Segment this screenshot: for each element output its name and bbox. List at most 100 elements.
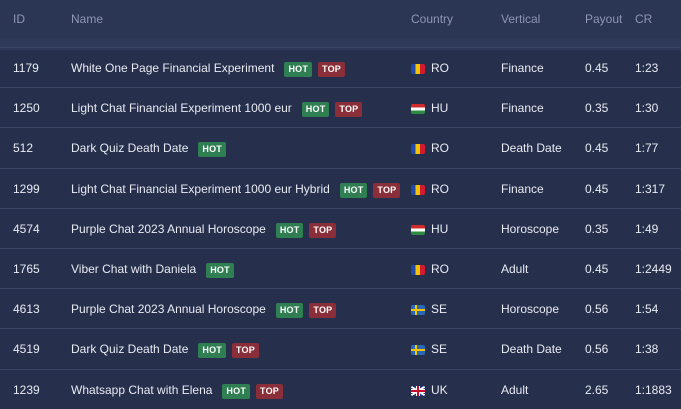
offer-name-cell: Dark Quiz Death Date HOT TOP <box>71 342 265 358</box>
flag-ro-icon <box>411 63 425 74</box>
offer-name-cell: Purple Chat 2023 Annual Horoscope HOT TOP <box>71 302 342 318</box>
offer-name[interactable]: Purple Chat 2023 Annual Horoscope <box>71 302 266 316</box>
country-cell: SE <box>411 302 447 316</box>
top-badge: TOP <box>232 343 259 358</box>
payout: 0.45 <box>585 141 609 155</box>
vertical: Finance <box>501 182 544 196</box>
payout: 0.45 <box>585 182 609 196</box>
country-code: SE <box>431 342 448 356</box>
table-row[interactable]: 1250 Light Chat Financial Experiment 1000… <box>0 87 681 127</box>
hot-badge: HOT <box>198 142 226 157</box>
offer-name[interactable]: Light Chat Financial Experiment 1000 eur… <box>71 182 330 196</box>
offer-id: 4574 <box>13 222 40 236</box>
hot-badge: HOT <box>339 183 368 198</box>
country-cell: HU <box>411 222 448 236</box>
table-row[interactable]: 512 Dark Quiz Death Date HOT RO Death Date 0.… <box>0 127 681 167</box>
payout: 2.65 <box>585 383 609 397</box>
flag-hu-icon <box>411 224 425 235</box>
offer-name-cell: Light Chat Financial Experiment 1000 eur… <box>71 182 406 198</box>
offer-name[interactable]: Dark Quiz Death Date <box>71 342 188 356</box>
vertical: Finance <box>501 101 544 115</box>
offer-name-cell: Dark Quiz Death Date HOT <box>71 141 232 157</box>
offer-name-cell: Purple Chat 2023 Annual Horoscope HOT TOP <box>71 222 342 238</box>
country-cell: RO <box>411 262 449 276</box>
country-code: HU <box>431 222 449 236</box>
offer-id: 1239 <box>13 383 40 397</box>
table-row[interactable]: 1299 Light Chat Financial Experiment 1000… <box>0 168 681 208</box>
flag-ro-icon <box>411 184 425 195</box>
table-row[interactable]: 4613 Purple Chat 2023 Annual Horoscope HOT… <box>0 288 681 328</box>
offer-name[interactable]: White One Page Financial Experiment <box>71 61 274 75</box>
hot-badge: HOT <box>206 263 234 278</box>
country-cell: RO <box>411 141 449 155</box>
offer-id: 1299 <box>13 182 40 196</box>
badges: HOT TOP <box>275 222 343 238</box>
top-badge: TOP <box>373 183 401 198</box>
offer-id: 1250 <box>13 101 40 115</box>
payout: 0.45 <box>585 262 609 276</box>
column-header-name[interactable]: Name <box>71 12 103 26</box>
column-header-id[interactable]: ID <box>13 12 25 26</box>
table-row[interactable]: 4574 Purple Chat 2023 Annual Horoscope HOT… <box>0 208 681 248</box>
table-row[interactable]: 1179 White One Page Financial Experiment H… <box>0 47 681 87</box>
country-code: SE <box>431 302 448 316</box>
top-badge: TOP <box>309 223 337 238</box>
flag-uk-icon <box>411 385 425 396</box>
country-cell: RO <box>411 182 449 196</box>
badges: HOT TOP <box>198 342 265 358</box>
table-row[interactable]: 1765 Viber Chat with Daniela HOT RO Adult 0.4… <box>0 248 681 288</box>
column-header-payout[interactable]: Payout <box>585 12 622 26</box>
country-code: RO <box>431 141 449 155</box>
conversion-rate: 1:49 <box>635 222 659 236</box>
offer-name[interactable]: Light Chat Financial Experiment 1000 eur <box>71 101 292 115</box>
country-code: RO <box>431 262 449 276</box>
conversion-rate: 1:38 <box>635 342 659 356</box>
conversion-rate: 1:2449 <box>635 262 672 276</box>
hot-badge: HOT <box>301 102 330 117</box>
country-code: RO <box>431 61 449 75</box>
conversion-rate: 1:54 <box>635 302 659 316</box>
table-row[interactable]: 4519 Dark Quiz Death Date HOT TOP SE Death Da… <box>0 328 681 368</box>
top-badge: TOP <box>309 303 337 318</box>
column-header-cr[interactable]: CR <box>635 12 652 26</box>
badges: HOT TOP <box>301 101 369 117</box>
country-cell: RO <box>411 61 449 75</box>
payout: 0.56 <box>585 342 609 356</box>
country-code: UK <box>431 383 448 397</box>
vertical: Horoscope <box>501 302 560 316</box>
offer-name[interactable]: Purple Chat 2023 Annual Horoscope <box>71 222 266 236</box>
vertical: Horoscope <box>501 222 560 236</box>
top-badge: TOP <box>318 62 345 77</box>
hot-badge: HOT <box>284 62 313 77</box>
table-row[interactable]: 1239 Whatsapp Chat with Elena HOT TOP UK Adul… <box>0 369 681 409</box>
offer-id: 1179 <box>13 61 39 75</box>
flag-ro-icon <box>411 143 425 154</box>
hot-badge: HOT <box>198 343 226 358</box>
country-cell: HU <box>411 101 448 115</box>
badges: HOT TOP <box>339 182 407 198</box>
offer-id: 512 <box>13 141 34 155</box>
offers-table: ID Name Country Vertical Payout CR 1179 W… <box>0 0 681 403</box>
flag-hu-icon <box>411 103 425 114</box>
vertical: Finance <box>501 61 544 75</box>
offer-name-cell: Viber Chat with Daniela HOT <box>71 262 240 278</box>
top-badge: TOP <box>256 384 283 399</box>
table-header: ID Name Country Vertical Payout CR <box>0 0 681 38</box>
country-code: HU <box>431 101 449 115</box>
payout: 0.56 <box>585 302 609 316</box>
offer-name-cell: White One Page Financial Experiment HOT TO… <box>71 61 351 77</box>
vertical: Death Date <box>501 342 562 356</box>
vertical: Death Date <box>501 141 562 155</box>
column-header-vertical[interactable]: Vertical <box>501 12 540 26</box>
offer-name[interactable]: Viber Chat with Daniela <box>71 262 196 276</box>
badges: HOT TOP <box>275 302 343 318</box>
offer-name-cell: Light Chat Financial Experiment 1000 eur… <box>71 101 368 117</box>
column-header-country[interactable]: Country <box>411 12 453 26</box>
vertical: Adult <box>501 383 529 397</box>
offer-name[interactable]: Whatsapp Chat with Elena <box>71 383 212 397</box>
country-code: RO <box>431 182 449 196</box>
conversion-rate: 1:317 <box>635 182 666 196</box>
offer-name-cell: Whatsapp Chat with Elena HOT TOP <box>71 383 289 399</box>
offer-name[interactable]: Dark Quiz Death Date <box>71 141 188 155</box>
payout: 0.45 <box>585 61 609 75</box>
